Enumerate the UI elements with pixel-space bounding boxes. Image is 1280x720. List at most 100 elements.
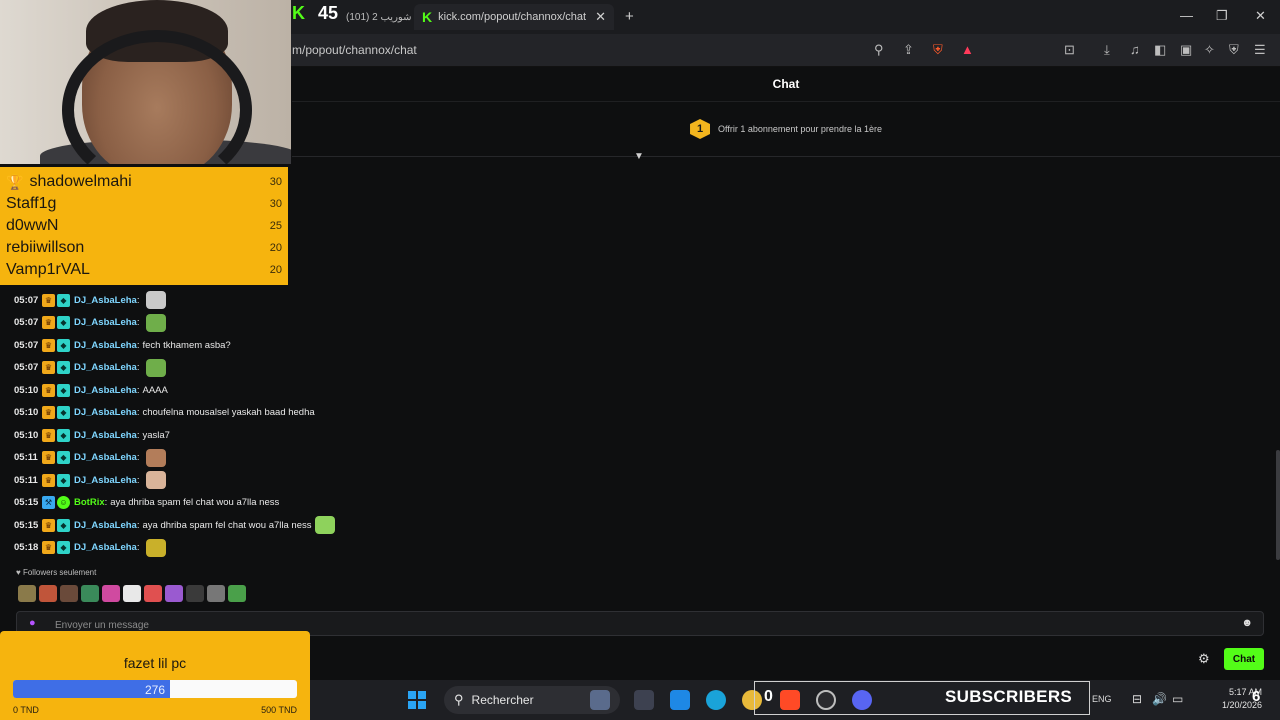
maximize-icon[interactable]: ❐	[1216, 8, 1228, 24]
chat-emote[interactable]	[146, 358, 167, 377]
brave-taskbar-icon[interactable]	[780, 690, 800, 710]
subscriber-badge-icon[interactable]: ◆	[57, 451, 70, 465]
chat-message[interactable]: 05:15 ⚒ ☺ BotRix: aya dhriba spam fel chat w…	[14, 492, 514, 515]
crown-badge-icon[interactable]: ♛	[42, 338, 55, 352]
chat-message[interactable]: 05:11 ♛ ◆ DJ_AsbaLeha:	[14, 469, 514, 492]
message-username[interactable]: DJ_AsbaLeha	[74, 385, 137, 396]
crown-badge-icon[interactable]: ♛	[42, 541, 55, 555]
obs-icon[interactable]	[816, 690, 836, 710]
message-username[interactable]: DJ_AsbaLeha	[74, 362, 137, 373]
url-text[interactable]: m/popout/channox/chat	[292, 43, 417, 57]
quick-emote[interactable]	[39, 585, 57, 602]
wizard-app-icon[interactable]	[590, 690, 610, 710]
crown-badge-icon[interactable]: ♛	[42, 406, 55, 420]
subscriber-badge-icon[interactable]: ◆	[57, 428, 70, 442]
chat-message[interactable]: 05:10 ♛ ◆ DJ_AsbaLeha: AAAA	[14, 379, 514, 402]
chat-message[interactable]: 05:07 ♛ ◆ DJ_AsbaLeha:	[14, 289, 514, 312]
crown-badge-icon[interactable]: ♛	[42, 316, 55, 330]
quick-emote[interactable]	[165, 585, 183, 602]
menu-icon[interactable]: ☰	[1254, 42, 1266, 58]
message-username[interactable]: DJ_AsbaLeha	[74, 317, 137, 328]
crown-badge-icon[interactable]: ♛	[42, 428, 55, 442]
brave-rewards-icon[interactable]: ▲	[961, 42, 974, 57]
chat-emote[interactable]	[146, 471, 167, 490]
new-tab-button[interactable]: +	[625, 8, 634, 25]
message-username[interactable]: DJ_AsbaLeha	[74, 407, 137, 418]
pinned-collapse-icon[interactable]: ▼	[634, 151, 644, 162]
chat-message[interactable]: 05:07 ♛ ◆ DJ_AsbaLeha:	[14, 312, 514, 335]
chat-message[interactable]: 05:15 ♛ ◆ DJ_AsbaLeha: aya dhriba spam fel c…	[14, 514, 514, 537]
subscriber-badge-icon[interactable]: ◆	[57, 293, 70, 307]
quick-emote[interactable]	[186, 585, 204, 602]
windows-start-icon[interactable]	[408, 691, 426, 709]
crown-badge-icon[interactable]: ♛	[42, 293, 55, 307]
send-chat-button[interactable]: Chat	[1224, 648, 1264, 670]
quick-emote[interactable]	[123, 585, 141, 602]
subscriber-badge-icon[interactable]: ◆	[57, 338, 70, 352]
tab-inactive[interactable]: شوريب 2 (101)	[346, 4, 411, 30]
download-icon[interactable]: ⤓	[1104, 42, 1110, 58]
page-scrollbar[interactable]	[1276, 450, 1280, 560]
visual-studio-code-icon[interactable]	[670, 690, 690, 710]
subscriber-badge-icon[interactable]: ◆	[57, 361, 70, 375]
chat-emote[interactable]	[146, 313, 167, 332]
bot-badge-icon[interactable]: ☺	[57, 496, 70, 510]
message-username[interactable]: DJ_AsbaLeha	[74, 520, 137, 531]
message-username[interactable]: DJ_AsbaLeha	[74, 340, 137, 351]
chat-emote[interactable]	[315, 516, 336, 535]
edge-icon[interactable]	[706, 690, 726, 710]
minimize-icon[interactable]: —	[1180, 8, 1193, 23]
tab-active[interactable]: K kick.com/popout/channox/chat ✕	[414, 4, 614, 30]
gift-sub-banner[interactable]: 1 Offrir 1 abonnement pour prendre la 1è…	[292, 102, 1280, 157]
chat-message[interactable]: 05:11 ♛ ◆ DJ_AsbaLeha:	[14, 447, 514, 470]
quick-emote[interactable]	[144, 585, 162, 602]
subscriber-badge-icon[interactable]: ◆	[57, 406, 70, 420]
leo-icon[interactable]: ✧	[1204, 42, 1215, 58]
music-icon[interactable]: ♫	[1130, 42, 1140, 57]
chat-settings-icon[interactable]: ⚙	[1198, 651, 1210, 667]
quick-emote[interactable]	[18, 585, 36, 602]
quick-emote[interactable]	[228, 585, 246, 602]
message-username[interactable]: DJ_AsbaLeha	[74, 295, 137, 306]
subscriber-badge-icon[interactable]: ◆	[57, 541, 70, 555]
battery-icon[interactable]: ▭	[1172, 692, 1183, 706]
moderator-badge-icon[interactable]: ⚒	[42, 496, 55, 510]
volume-icon[interactable]: 🔊	[1152, 692, 1167, 706]
close-tab-icon[interactable]: ✕	[595, 9, 606, 25]
sidebar-icon[interactable]: ◧	[1154, 42, 1166, 58]
file-explorer-icon[interactable]	[634, 690, 654, 710]
message-username[interactable]: DJ_AsbaLeha	[74, 475, 137, 486]
chat-emote[interactable]	[146, 291, 167, 310]
chat-emote[interactable]	[146, 448, 167, 467]
mic-icon[interactable]: ●	[29, 617, 36, 629]
crown-badge-icon[interactable]: ♛	[42, 383, 55, 397]
message-username[interactable]: DJ_AsbaLeha	[74, 452, 137, 463]
vpn-icon[interactable]: ⛨	[1229, 42, 1239, 58]
quick-emote[interactable]	[102, 585, 120, 602]
network-icon[interactable]: ⊟	[1132, 692, 1142, 706]
chat-message[interactable]: 05:18 ♛ ◆ DJ_AsbaLeha:	[14, 537, 514, 560]
message-username[interactable]: DJ_AsbaLeha	[74, 430, 137, 441]
quick-emote[interactable]	[60, 585, 78, 602]
screenshot-icon[interactable]: ⊡	[1064, 42, 1075, 58]
share-icon[interactable]: ⇪	[903, 42, 914, 58]
message-username[interactable]: DJ_AsbaLeha	[74, 542, 137, 553]
subscriber-badge-icon[interactable]: ◆	[57, 316, 70, 330]
quick-emote[interactable]	[81, 585, 99, 602]
crown-badge-icon[interactable]: ♛	[42, 451, 55, 465]
crown-badge-icon[interactable]: ♛	[42, 361, 55, 375]
notification-count[interactable]: 6	[1252, 688, 1260, 705]
quick-emote-strip[interactable]	[18, 585, 246, 602]
quick-emote[interactable]	[207, 585, 225, 602]
chat-message[interactable]: 05:10 ♛ ◆ DJ_AsbaLeha: choufelna mousalsel y…	[14, 402, 514, 425]
close-window-icon[interactable]: ✕	[1255, 8, 1266, 24]
chat-emote[interactable]	[146, 538, 167, 557]
chat-message[interactable]: 05:10 ♛ ◆ DJ_AsbaLeha: yasla7	[14, 424, 514, 447]
subscriber-badge-icon[interactable]: ◆	[57, 518, 70, 532]
language-indicator[interactable]: ENG	[1092, 694, 1112, 704]
crown-badge-icon[interactable]: ♛	[42, 518, 55, 532]
subscriber-badge-icon[interactable]: ◆	[57, 473, 70, 487]
wallet-icon[interactable]: ▣	[1180, 42, 1192, 58]
message-username[interactable]: BotRix	[74, 497, 105, 508]
crown-badge-icon[interactable]: ♛	[42, 473, 55, 487]
